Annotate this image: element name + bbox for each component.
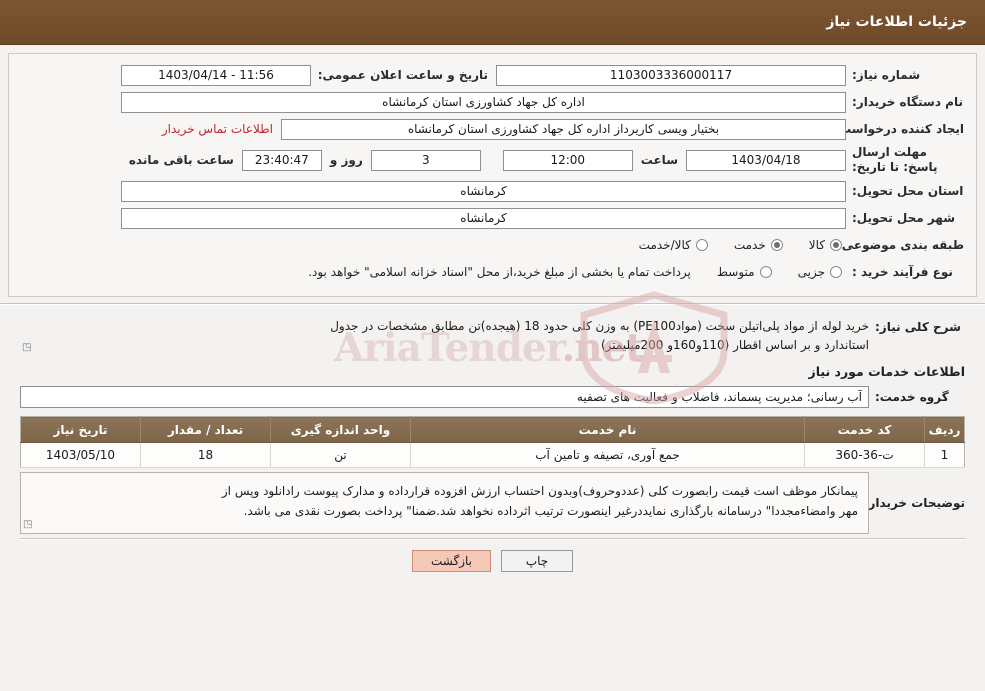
panel-divider bbox=[0, 303, 985, 305]
footer-actions: چاپ بازگشت bbox=[20, 550, 965, 572]
th-name: نام خدمت bbox=[410, 416, 805, 443]
page-title: جزئیات اطلاعات نیاز bbox=[826, 14, 967, 30]
countdown-timer: 23:40:47 bbox=[241, 149, 322, 171]
category-label: طبقه بندی موضوعی: bbox=[836, 238, 964, 252]
row-process-type: نوع فرآیند خرید : جزیی متوسط پرداخت تمام… bbox=[21, 261, 964, 283]
category-option-khedmat[interactable]: خدمت bbox=[734, 238, 783, 252]
buyer-org-label: نام دستگاه خریدار: bbox=[852, 95, 963, 109]
hour-label: ساعت bbox=[640, 153, 678, 167]
process-label: نوع فرآیند خرید : bbox=[852, 265, 953, 279]
category-option-label: کالا/خدمت bbox=[638, 238, 691, 252]
description-row: شرح کلی نیاز: خرید لوله از مواد پلی‌اتیل… bbox=[20, 317, 965, 355]
requester-value: بختیار ویسی کاریرداز اداره کل جهاد کشاور… bbox=[281, 118, 846, 140]
th-date: تاریخ نیاز bbox=[20, 416, 141, 443]
description-line-1: خرید لوله از مواد پلی‌اتیلن سخت (موادPE1… bbox=[330, 319, 869, 333]
process-radio-group[interactable]: جزیی متوسط bbox=[717, 265, 846, 279]
process-option-label: جزیی bbox=[797, 265, 825, 279]
need-number-label: شماره نیاز: bbox=[852, 68, 921, 82]
services-heading: اطلاعات خدمات مورد نیاز bbox=[808, 364, 966, 379]
deadline-date: 1403/04/18 bbox=[686, 149, 846, 171]
table-header-row: ردیف کد خدمت نام خدمت واحد اندازه گیری ت… bbox=[20, 416, 965, 443]
need-number-value: 1103003336000117 bbox=[496, 64, 846, 86]
buyer-notes-row: توضیحات خریدار: پیمانکار موظف است قیمت ر… bbox=[20, 472, 965, 534]
print-button[interactable]: چاپ bbox=[501, 550, 573, 572]
radio-dot-icon bbox=[695, 239, 708, 251]
th-unit: واحد اندازه گیری bbox=[270, 416, 411, 443]
row-province: استان محل تحویل: کرمانشاه bbox=[21, 180, 964, 202]
th-quantity: تعداد / مقدار bbox=[140, 416, 271, 443]
window-titlebar: جزئیات اطلاعات نیاز bbox=[0, 0, 985, 45]
radio-dot-icon bbox=[759, 266, 772, 278]
description-section: شرح کلی نیاز: خرید لوله از مواد پلی‌اتیل… bbox=[8, 313, 977, 572]
buyer-notes-line-1: پیمانکار موظف است قیمت رابصورت کلی (عددو… bbox=[221, 484, 858, 498]
buyer-notes-line-2: مهر وامضاءمجددا" درسامانه بارگذاری نماید… bbox=[243, 504, 858, 518]
row-requester: ایجاد کننده درخواست: بختیار ویسی کاریردا… bbox=[21, 118, 964, 140]
row-buyer-org: نام دستگاه خریدار: اداره کل جهاد کشاورزی… bbox=[21, 91, 964, 113]
category-option-kala-khedmat[interactable]: کالا/خدمت bbox=[639, 238, 708, 252]
row-deadline: مهلت ارسال پاسخ: تا تاریخ: 1403/04/18 سا… bbox=[21, 145, 964, 175]
days-label: روز و bbox=[329, 153, 363, 167]
radio-dot-icon bbox=[770, 239, 783, 251]
category-option-kala[interactable]: کالا bbox=[809, 238, 842, 252]
category-radio-group[interactable]: کالا خدمت کالا/خدمت bbox=[639, 238, 846, 252]
service-group-value: آب رسانی؛ مدیریت پسماند، فاضلاب و فعالیت… bbox=[20, 386, 869, 408]
buyer-notes-label: توضیحات خریدار: bbox=[863, 496, 965, 510]
th-index: ردیف bbox=[924, 416, 965, 443]
row-need-number: شماره نیاز: 1103003336000117 تاریخ و ساع… bbox=[21, 64, 964, 86]
description-line-2: استاندارد و بر اساس اقطار (110و160و 200م… bbox=[601, 338, 869, 352]
footer-divider bbox=[20, 538, 965, 540]
requester-label: ایجاد کننده درخواست: bbox=[834, 122, 964, 136]
process-option-label: متوسط bbox=[716, 265, 755, 279]
process-option-jozei[interactable]: جزیی bbox=[798, 265, 842, 279]
buyer-contact-link[interactable]: اطلاعات تماس خریدار bbox=[154, 122, 281, 136]
remaining-label: ساعت باقی مانده bbox=[128, 153, 234, 167]
service-group-label: گروه خدمت: bbox=[875, 390, 949, 404]
description-label: شرح کلی نیاز: bbox=[875, 320, 961, 334]
row-city: شهر محل تحویل: کرمانشاه bbox=[21, 207, 964, 229]
province-label: استان محل تحویل: bbox=[852, 184, 964, 198]
th-code: کد خدمت bbox=[804, 416, 925, 443]
cell-name: جمع آوری، تصیفه و تامین آب bbox=[410, 442, 805, 468]
cell-code: ت-36-360 bbox=[804, 442, 925, 468]
category-option-label: خدمت bbox=[733, 238, 766, 252]
announce-datetime-label: تاریخ و ساعت اعلان عمومی: bbox=[317, 68, 488, 82]
cell-unit: تن bbox=[270, 442, 411, 468]
remaining-days: 3 bbox=[370, 149, 481, 171]
resize-handle-icon[interactable]: ◳ bbox=[22, 338, 31, 357]
back-button[interactable]: بازگشت bbox=[412, 550, 491, 572]
city-value: کرمانشاه bbox=[121, 207, 846, 229]
radio-dot-icon bbox=[830, 266, 842, 278]
province-value: کرمانشاه bbox=[121, 180, 846, 202]
buyer-notes-box: پیمانکار موظف است قیمت رابصورت کلی (عددو… bbox=[20, 472, 869, 534]
page-root: جزئیات اطلاعات نیاز AriaTender.net شماره… bbox=[0, 0, 985, 691]
process-note: پرداخت تمام یا بخشی از مبلغ خرید،از محل … bbox=[308, 265, 691, 279]
announce-datetime-value: 1403/04/14 - 11:56 bbox=[121, 64, 311, 86]
service-group-row: گروه خدمت: آب رسانی؛ مدیریت پسماند، فاضل… bbox=[20, 386, 965, 408]
deadline-label: مهلت ارسال پاسخ: تا تاریخ: bbox=[852, 145, 938, 174]
resize-handle-icon[interactable]: ◳ bbox=[23, 515, 32, 535]
row-category: طبقه بندی موضوعی: کالا خدمت کالا/خدمت bbox=[21, 234, 964, 256]
buyer-org-value: اداره کل جهاد کشاورزی استان کرمانشاه bbox=[121, 91, 846, 113]
services-table: ردیف کد خدمت نام خدمت واحد اندازه گیری ت… bbox=[20, 416, 965, 468]
cell-date: 1403/05/10 bbox=[20, 442, 141, 468]
need-details-panel: AriaTender.net شماره نیاز: 1103003336000… bbox=[8, 53, 977, 405]
city-label: شهر محل تحویل: bbox=[852, 211, 956, 225]
radio-dot-icon bbox=[830, 239, 842, 251]
deadline-hour: 12:00 bbox=[502, 149, 633, 171]
description-body: خرید لوله از مواد پلی‌اتیلن سخت (موادPE1… bbox=[20, 317, 869, 355]
cell-quantity: 18 bbox=[140, 442, 271, 468]
category-option-label: کالا bbox=[808, 238, 825, 252]
table-row: 1 ت-36-360 جمع آوری، تصیفه و تامین آب تن… bbox=[20, 442, 965, 468]
process-option-motavasset[interactable]: متوسط bbox=[717, 265, 772, 279]
cell-index: 1 bbox=[924, 442, 965, 468]
